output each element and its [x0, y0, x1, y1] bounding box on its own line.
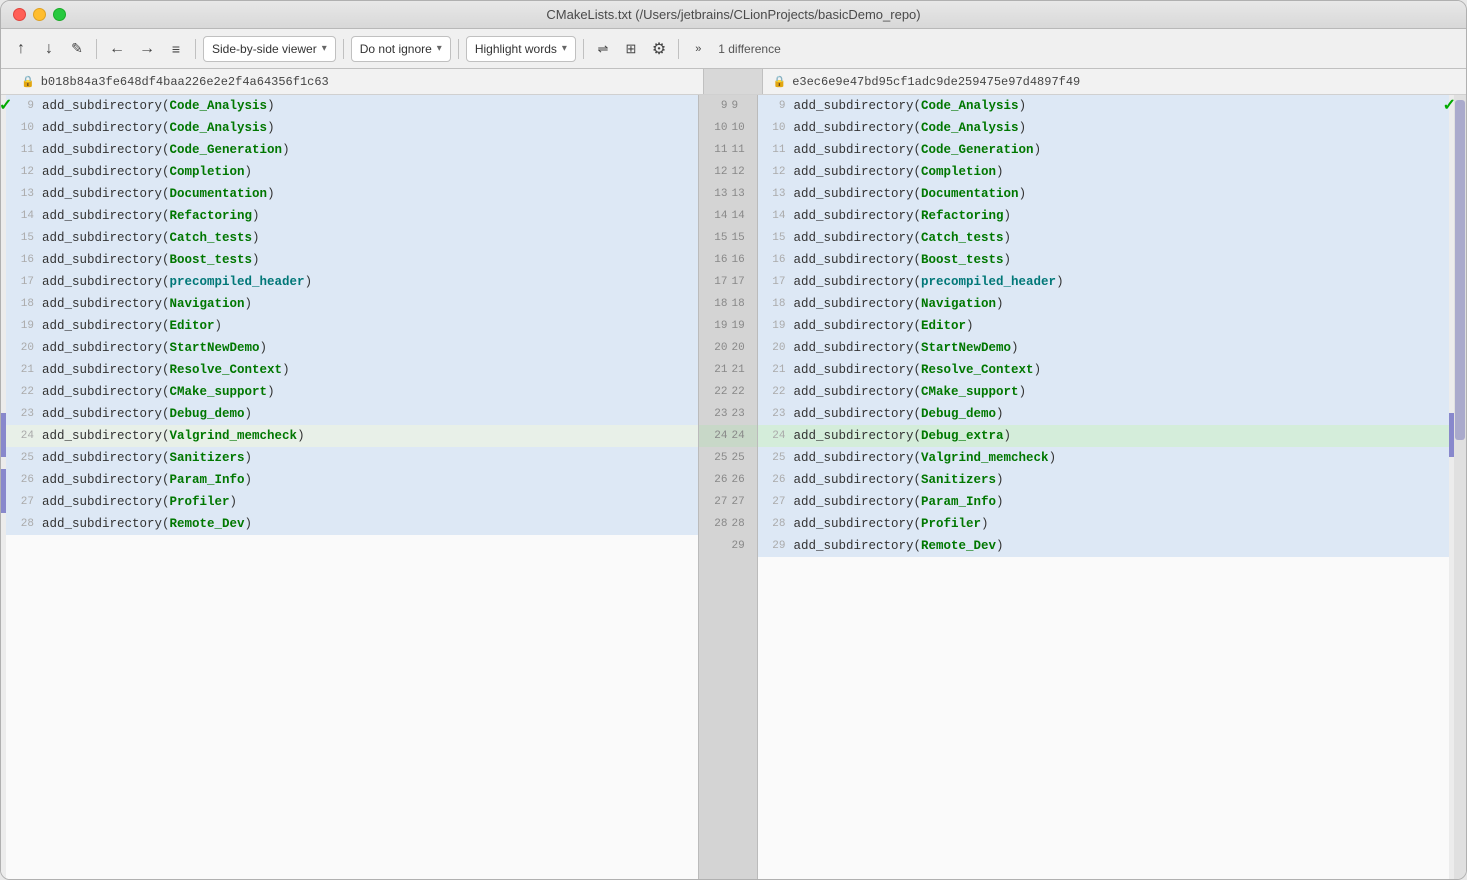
columns-icon-button[interactable]: ⊞ — [619, 36, 643, 62]
left-hash: b018b84a3fe648df4baa226e2e2f4a64356f1c63 — [41, 75, 329, 89]
traffic-lights — [13, 8, 66, 21]
scrollbar-thumb[interactable] — [1455, 100, 1465, 440]
ignore-dropdown-arrow: ▾ — [437, 43, 442, 54]
left-ind-2 — [1, 435, 6, 457]
settings-button[interactable]: ⚙ — [647, 36, 671, 62]
diff-count: 1 difference — [718, 42, 781, 56]
hash-bar: 🔒 b018b84a3fe648df4baa226e2e2f4a64356f1c… — [1, 69, 1466, 95]
viewer-dropdown-button[interactable]: Side-by-side viewer ▾ — [203, 36, 336, 62]
left-diff-panel: 9add_subdirectory(Code_Analysis)10add_su… — [6, 95, 698, 879]
separator-3 — [343, 39, 344, 59]
title-bar: CMakeLists.txt (/Users/jetbrains/CLionPr… — [1, 1, 1466, 29]
ignore-dropdown-button[interactable]: Do not ignore ▾ — [351, 36, 451, 62]
next-diff-button[interactable]: ↓ — [37, 36, 61, 62]
minimize-button[interactable] — [33, 8, 46, 21]
left-indicator-bar: ✓ — [1, 95, 6, 879]
highlight-dropdown-button[interactable]: Highlight words ▾ — [466, 36, 576, 62]
highlight-dropdown-label: Highlight words — [475, 42, 557, 56]
right-lock-icon: 🔒 — [773, 75, 787, 89]
left-lock-icon: 🔒 — [21, 75, 35, 89]
center-gutter: 9910101111121213131414151516161717181819… — [698, 95, 758, 879]
right-hash-pane: 🔒 e3ec6e9e47bd95cf1adc9de259475e97d4897f… — [763, 75, 1455, 89]
ignore-dropdown-label: Do not ignore — [360, 42, 432, 56]
viewer-dropdown-arrow: ▾ — [322, 43, 327, 54]
close-button[interactable] — [13, 8, 26, 21]
separator-6 — [678, 39, 679, 59]
center-line-numbers: 9910101111121213131414151516161717181819… — [699, 95, 757, 557]
align-icon-button[interactable]: ⇌ — [591, 36, 615, 62]
right-code-lines: 9add_subdirectory(Code_Analysis)10add_su… — [758, 95, 1450, 879]
viewer-dropdown-label: Side-by-side viewer — [212, 42, 317, 56]
toolbar: ↑ ↓ ✎ ← → ≡ Side-by-side viewer ▾ Do not… — [1, 29, 1466, 69]
diff-content: ✓ 9add_subdirectory(Code_Analysis)10add_… — [1, 95, 1466, 879]
list-button[interactable]: ≡ — [164, 36, 188, 62]
left-ind-4 — [1, 491, 6, 513]
separator-4 — [458, 39, 459, 59]
left-code-lines: 9add_subdirectory(Code_Analysis)10add_su… — [6, 95, 698, 879]
right-diff-panel: 9add_subdirectory(Code_Analysis)10add_su… — [758, 95, 1450, 879]
prev-diff-button[interactable]: ↑ — [9, 36, 33, 62]
right-scrollbar[interactable] — [1454, 95, 1466, 879]
maximize-button[interactable] — [53, 8, 66, 21]
window-title: CMakeLists.txt (/Users/jetbrains/CLionPr… — [546, 7, 920, 22]
edit-button[interactable]: ✎ — [65, 36, 89, 62]
left-checkmark: ✓ — [1, 95, 12, 115]
back-button[interactable]: ← — [104, 36, 130, 62]
left-hash-pane: 🔒 b018b84a3fe648df4baa226e2e2f4a64356f1c… — [1, 75, 703, 89]
separator-1 — [96, 39, 97, 59]
separator-2 — [195, 39, 196, 59]
left-ind-1 — [1, 413, 6, 435]
hash-center-gutter — [703, 69, 763, 94]
separator-5 — [583, 39, 584, 59]
left-ind-3 — [1, 469, 6, 491]
more-button[interactable]: » — [686, 36, 710, 62]
highlight-dropdown-arrow: ▾ — [562, 43, 567, 54]
gear-icon: ⚙ — [652, 39, 666, 59]
main-window: CMakeLists.txt (/Users/jetbrains/CLionPr… — [0, 0, 1467, 880]
forward-button[interactable]: → — [134, 36, 160, 62]
right-hash: e3ec6e9e47bd95cf1adc9de259475e97d4897f49 — [792, 75, 1080, 89]
